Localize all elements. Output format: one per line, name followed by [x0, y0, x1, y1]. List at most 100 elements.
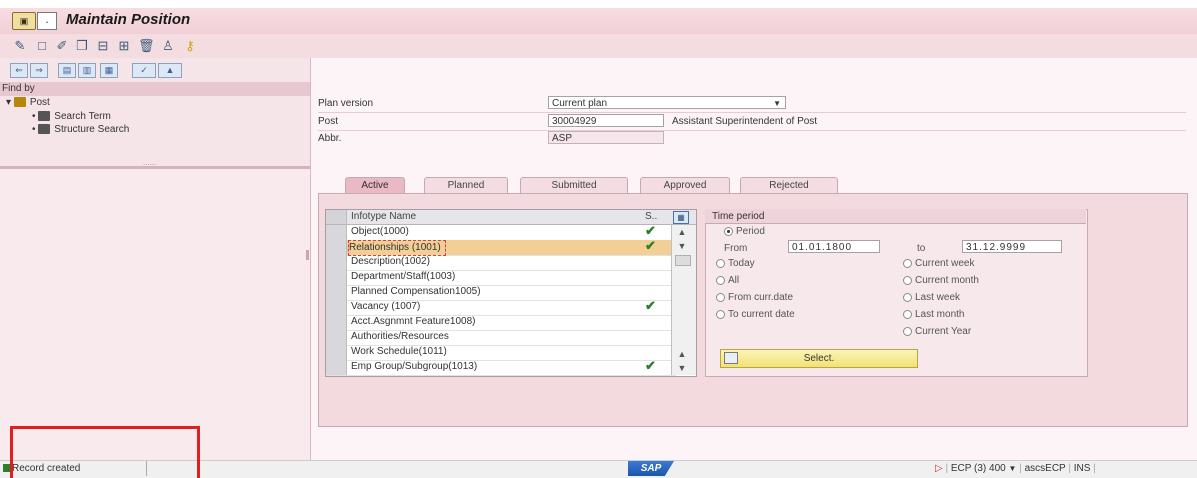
create-icon[interactable]: □ — [34, 38, 50, 53]
org-structure-icon[interactable]: ♙ — [160, 38, 176, 53]
show-icon[interactable]: ▲ — [158, 63, 182, 78]
tree-expand-icon[interactable]: ▾ — [6, 97, 11, 108]
expand-icon[interactable]: ▤ — [58, 63, 76, 78]
next-icon[interactable]: ⇒ — [30, 63, 48, 78]
key-icon[interactable]: ⚷ — [182, 38, 198, 53]
radio-current-year[interactable]: Current Year — [903, 326, 971, 337]
infotype-name: Department/Staff(1003) — [351, 271, 456, 282]
table-row[interactable]: Vacancy (1007) ✔ — [326, 298, 676, 316]
radio-all[interactable]: All — [716, 275, 739, 286]
delete-icon[interactable]: 🗑 — [138, 38, 155, 53]
tree-node-structure-search[interactable]: • Structure Search — [32, 124, 129, 135]
radio-icon[interactable] — [903, 292, 912, 302]
radio-icon[interactable] — [903, 326, 912, 336]
vertical-splitter[interactable] — [306, 250, 309, 260]
collapse-icon[interactable]: ▥ — [78, 63, 96, 78]
radio-label: Today — [728, 258, 755, 269]
infotype-name: Emp Group/Subgroup(1013) — [351, 361, 478, 372]
table-row[interactable]: Emp Group/Subgroup(1013) ✔ — [326, 358, 676, 376]
scroll-thumb[interactable] — [675, 255, 691, 266]
selection-area — [0, 169, 310, 460]
system-menu-button[interactable]: . — [37, 12, 57, 30]
page-down-icon[interactable]: ▲ — [676, 349, 688, 359]
to-date-field[interactable]: 31.12.9999 — [962, 240, 1062, 253]
row-selector[interactable] — [326, 300, 347, 315]
from-label: From — [724, 243, 748, 254]
overview-icon[interactable]: ⊞ — [116, 38, 132, 53]
column-header-status[interactable]: S.. — [645, 211, 657, 222]
splitter-grip[interactable]: ...... — [143, 158, 156, 167]
refresh-icon[interactable]: ▦ — [100, 63, 118, 78]
table-scrollbar[interactable]: ▲ ▼ ▲ ▼ — [671, 225, 696, 375]
column-settings-icon[interactable]: ▦ — [673, 211, 689, 224]
radio-icon[interactable] — [716, 309, 725, 319]
radio-icon[interactable] — [716, 258, 725, 268]
from-date-field[interactable]: 01.01.1800 — [788, 240, 880, 253]
tab-planned[interactable]: Planned — [424, 177, 508, 194]
previous-icon[interactable]: ⇐ — [10, 63, 28, 78]
radio-current-week[interactable]: Current week — [903, 258, 974, 269]
display-icon[interactable]: ✎ — [12, 38, 28, 53]
status-system[interactable]: ▷ | ECP (3) 400 ▼ | ascsECP | INS | — [935, 463, 1096, 474]
table-row[interactable]: Relationships (1001) ✔ — [326, 238, 676, 256]
radio-icon[interactable] — [716, 275, 725, 285]
radio-icon[interactable] — [903, 309, 912, 319]
radio-to-current-date[interactable]: To current date — [716, 309, 795, 320]
radio-period[interactable]: Period — [724, 226, 765, 237]
chevron-down-icon[interactable]: ▼ — [1009, 464, 1017, 473]
tree-node-search-term[interactable]: • Search Term — [32, 111, 111, 122]
radio-current-month[interactable]: Current month — [903, 275, 979, 286]
row-selector[interactable] — [326, 240, 347, 255]
tab-approved[interactable]: Approved — [640, 177, 730, 194]
table-row[interactable]: Description(1002) — [326, 255, 676, 271]
radio-icon[interactable] — [903, 258, 912, 268]
change-icon[interactable]: ✐ — [54, 38, 70, 53]
radio-last-week[interactable]: Last week — [903, 292, 960, 303]
row-selector[interactable] — [326, 315, 347, 330]
row-selector[interactable] — [326, 270, 347, 285]
radio-today[interactable]: Today — [716, 258, 755, 269]
table-row[interactable]: Acct.Asgnmnt Feature1008) — [326, 315, 676, 331]
application-toolbar — [0, 34, 1197, 58]
sap-app-icon[interactable]: ▣ — [12, 12, 36, 30]
page-up-icon[interactable]: ▼ — [676, 241, 688, 251]
row-selector[interactable] — [326, 255, 347, 270]
copy-icon[interactable]: ❐ — [74, 38, 90, 53]
hide-icon[interactable]: ✓ — [132, 63, 156, 78]
row-selector[interactable] — [326, 285, 347, 300]
scroll-up-icon[interactable]: ▲ — [676, 227, 688, 237]
row-selector[interactable] — [326, 360, 347, 375]
plan-version-value: Current plan — [552, 98, 608, 109]
table-row[interactable]: Authorities/Resources — [326, 330, 676, 346]
radio-from-curr-date[interactable]: From curr.date — [716, 292, 793, 303]
row-selector[interactable] — [326, 345, 347, 360]
column-header-infotype-name[interactable]: Infotype Name — [351, 211, 416, 222]
scroll-down-icon[interactable]: ▼ — [676, 363, 688, 373]
tree-node-post[interactable]: ▾ Post — [6, 97, 50, 108]
table-row[interactable]: Work Schedule(1011) — [326, 345, 676, 361]
chevron-down-icon[interactable]: ▼ — [773, 97, 781, 110]
delimit-icon[interactable]: ⊟ — [95, 38, 111, 53]
post-id-field[interactable]: 30004929 — [548, 114, 664, 127]
window-title: Maintain Position — [66, 11, 191, 28]
row-selector[interactable] — [326, 225, 347, 240]
radio-label: To current date — [728, 309, 795, 320]
row-selector[interactable] — [326, 330, 347, 345]
radio-label: All — [728, 275, 740, 286]
infotype-name: Object(1000) — [351, 226, 409, 237]
table-row[interactable]: Planned Compensation1005) — [326, 285, 676, 301]
bullet-icon: • — [32, 111, 36, 122]
table-row[interactable]: Department/Staff(1003) — [326, 270, 676, 286]
tab-submitted[interactable]: Submitted — [520, 177, 628, 194]
radio-icon[interactable] — [724, 226, 733, 236]
select-button[interactable]: Select. — [720, 349, 918, 368]
tab-active[interactable]: Active — [345, 177, 405, 194]
tab-rejected[interactable]: Rejected — [740, 177, 838, 194]
infotype-name: Description(1002) — [351, 256, 430, 267]
radio-icon[interactable] — [716, 292, 725, 302]
plan-version-select[interactable]: Current plan ▼ — [548, 96, 786, 109]
radio-last-month[interactable]: Last month — [903, 309, 964, 320]
table-row[interactable]: Object(1000) ✔ — [326, 223, 676, 241]
select-all-cell[interactable] — [326, 210, 347, 224]
radio-icon[interactable] — [903, 275, 912, 285]
